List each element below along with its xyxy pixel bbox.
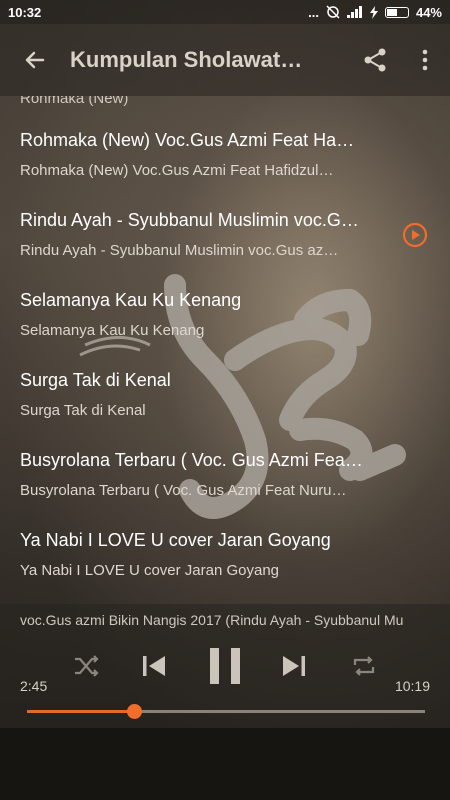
toolbar: Kumpulan Sholawat… — [0, 24, 450, 96]
list-item-subtitle: Ya Nabi I LOVE U cover Jaran Goyang — [20, 562, 280, 579]
list-item-title: Rohmaka (New) Voc.Gus Azmi Feat Ha… — [20, 130, 355, 150]
list-item[interactable]: Surga Tak di Kenal Surga Tak di Kenal — [0, 358, 450, 438]
now-playing-icon — [402, 222, 428, 248]
now-playing-title: voc.Gus azmi Bikin Nangis 2017 (Rindu Ay… — [20, 612, 404, 628]
battery-icon — [384, 6, 409, 18]
skip-previous-icon — [143, 656, 165, 676]
list-item-title: Ya Nabi I LOVE U cover Jaran Goyang — [20, 530, 331, 550]
signal-icon — [346, 6, 362, 18]
back-button[interactable] — [0, 24, 70, 96]
skip-next-icon — [283, 656, 305, 676]
previous-button[interactable] — [132, 644, 176, 688]
repeat-button[interactable] — [342, 644, 386, 688]
list-item-subtitle: Selamanya Kau Ku Kenang — [20, 322, 205, 339]
share-icon — [364, 48, 386, 72]
list-item-title: Selamanya Kau Ku Kenang — [20, 290, 242, 310]
seek-bar[interactable] — [27, 704, 425, 719]
repeat-icon — [353, 656, 375, 676]
back-arrow-icon — [25, 51, 45, 69]
list-item[interactable]: Rohmaka (New) — [0, 96, 450, 118]
song-list: Rohmaka (New) Rohmaka (New) Voc.Gus Azmi… — [0, 96, 450, 604]
list-item[interactable]: Selamanya Kau Ku Kenang Selamanya Kau Ku… — [0, 278, 450, 358]
bottom-area — [0, 728, 450, 800]
list-item-subtitle: Rindu Ayah - Syubbanul Muslimin voc.Gus … — [20, 242, 339, 259]
player-controls: voc.Gus azmi Bikin Nangis 2017 (Rindu Ay… — [0, 604, 450, 728]
page-title: Kumpulan Sholawat… — [70, 47, 303, 72]
list-item-subtitle: Busyrolana Terbaru ( Voc. Gus Azmi Feat … — [20, 482, 347, 499]
share-button[interactable] — [350, 24, 400, 96]
next-button[interactable] — [272, 644, 316, 688]
status-icons: ... 44% — [308, 5, 442, 20]
list-item-title: Surga Tak di Kenal — [20, 370, 171, 390]
list-item[interactable]: Rohmaka (New) Voc.Gus Azmi Feat Ha… Rohm… — [0, 118, 450, 198]
list-item[interactable]: Busyrolana Terbaru ( Voc. Gus Azmi Fea… … — [0, 438, 450, 518]
seek-progress — [27, 710, 135, 713]
list-item-subtitle: Rohmaka (New) Voc.Gus Azmi Feat Hafidzul… — [20, 162, 334, 179]
battery-percent: 44% — [415, 4, 442, 20]
more-vertical-icon — [422, 49, 428, 71]
list-item-subtitle: Rohmaka (New) — [20, 96, 129, 107]
pause-icon — [210, 648, 240, 684]
list-item[interactable]: Ya Nabi I LOVE U cover Jaran Goyang Ya N… — [0, 518, 450, 598]
pause-button[interactable] — [202, 644, 248, 688]
shuffle-icon — [75, 655, 99, 677]
status-bar: 10:32 ... 44% — [0, 0, 450, 24]
total-duration: 10:19 — [394, 678, 430, 694]
more-options-button[interactable] — [400, 24, 450, 96]
list-item-subtitle: Surga Tak di Kenal — [20, 402, 146, 419]
alarm-off-icon — [326, 5, 340, 19]
list-item-title: Busyrolana Terbaru ( Voc. Gus Azmi Fea… — [20, 450, 363, 470]
notification-dots: ... — [308, 4, 319, 20]
charging-icon — [369, 5, 378, 19]
shuffle-button[interactable] — [64, 644, 108, 688]
status-time: 10:32 — [8, 4, 42, 20]
elapsed-time: 2:45 — [20, 678, 48, 694]
seek-thumb[interactable] — [127, 704, 143, 719]
list-item-playing[interactable]: Rindu Ayah - Syubbanul Muslimin voc.G… R… — [0, 198, 450, 278]
list-item-title: Rindu Ayah - Syubbanul Muslimin voc.G… — [20, 210, 359, 230]
